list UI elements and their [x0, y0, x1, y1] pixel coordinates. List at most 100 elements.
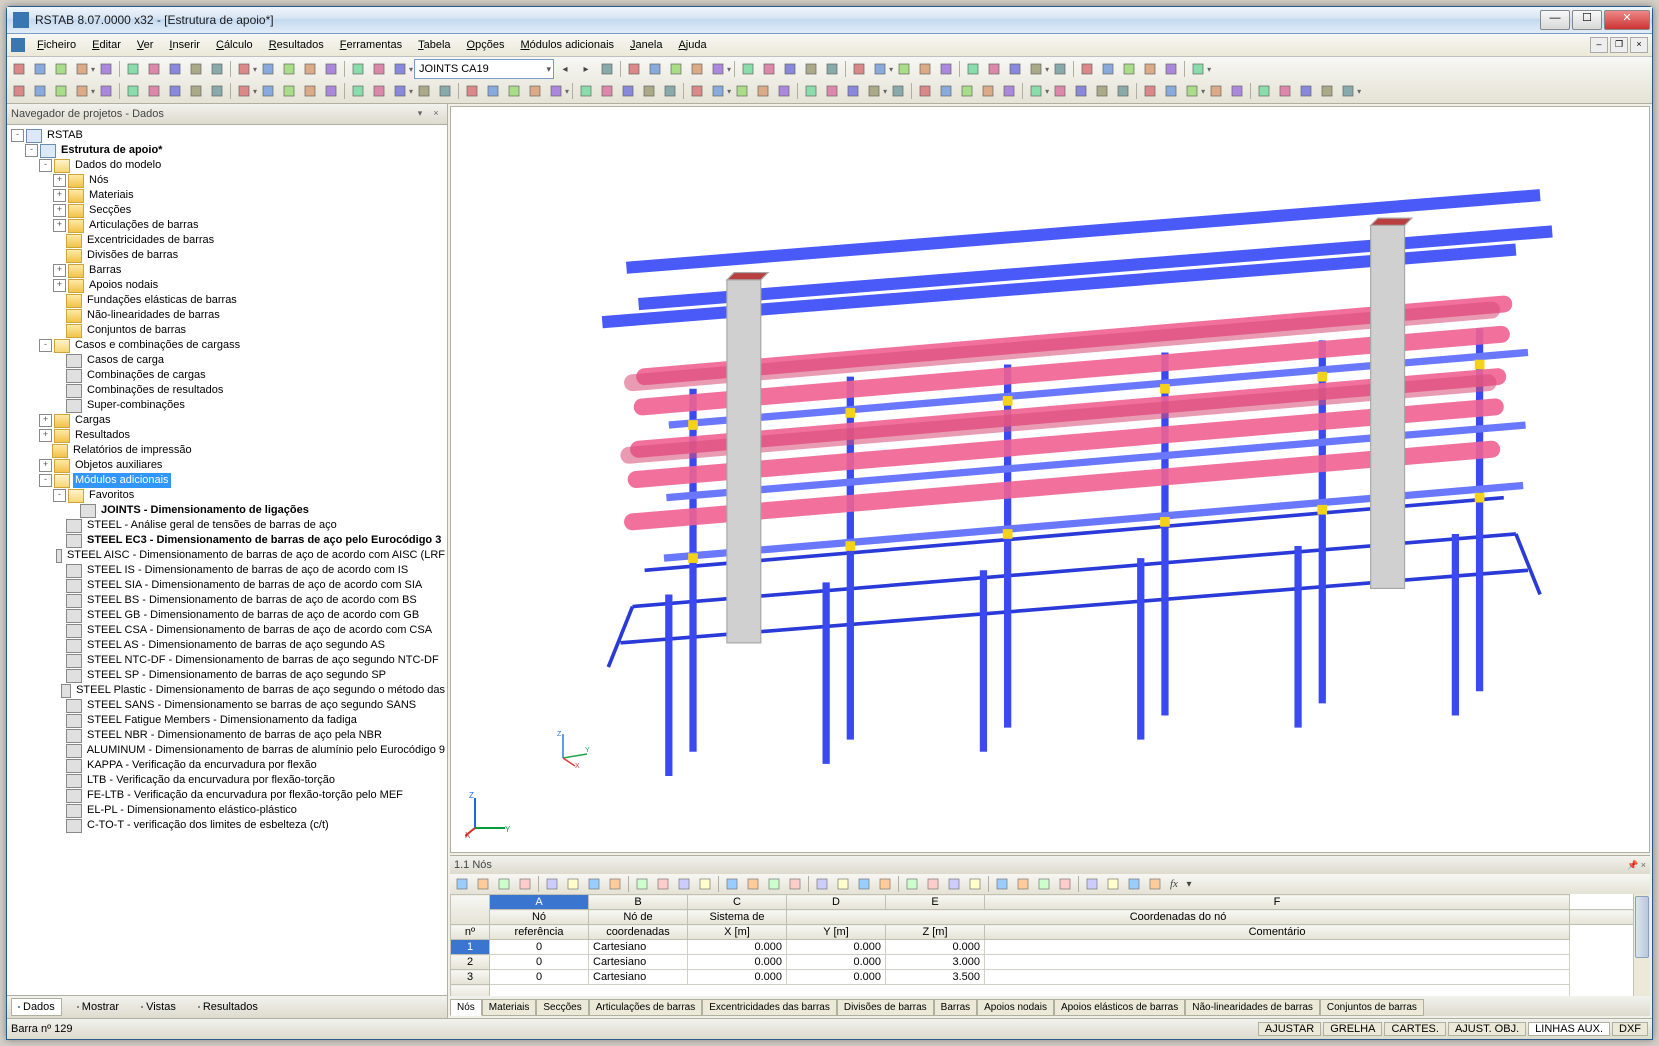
toolbar-button[interactable]	[822, 59, 842, 79]
toolbar-button[interactable]	[144, 59, 164, 79]
toolbar-button[interactable]	[870, 59, 890, 79]
toolbar-button[interactable]	[1227, 81, 1247, 101]
tree-item[interactable]: Super-combinações	[7, 398, 447, 413]
table-toolbar-button[interactable]	[722, 874, 742, 894]
table-toolbar-button[interactable]	[875, 874, 895, 894]
toolbar-button[interactable]	[843, 81, 863, 101]
tree-item[interactable]: KAPPA - Verificação da encurvadura por f…	[7, 758, 447, 773]
nav-tab-vistas[interactable]: Vistas	[134, 998, 183, 1016]
table-toolbar-button[interactable]	[653, 874, 673, 894]
toolbar-button[interactable]	[936, 81, 956, 101]
table-toolbar-button[interactable]	[944, 874, 964, 894]
toolbar-button[interactable]	[1206, 81, 1226, 101]
toolbar-button[interactable]	[546, 81, 566, 101]
mdi-minimize-button[interactable]: –	[1590, 37, 1608, 53]
tree-item[interactable]: +Articulações de barras	[7, 218, 447, 233]
toolbar-button[interactable]	[957, 81, 977, 101]
toolbar-button[interactable]	[414, 81, 434, 101]
toolbar-button[interactable]	[759, 59, 779, 79]
tree-item[interactable]: STEEL IS - Dimensionamento de barras de …	[7, 563, 447, 578]
table-tab[interactable]: Barras	[934, 999, 977, 1016]
tree-item[interactable]: STEEL EC3 - Dimensionamento de barras de…	[7, 533, 447, 548]
toolbar-button[interactable]	[732, 81, 752, 101]
toolbar-button[interactable]	[1254, 81, 1274, 101]
navigator-pin-icon[interactable]: ▾	[413, 107, 427, 121]
table-toolbar-button[interactable]	[515, 874, 535, 894]
table-toolbar-button[interactable]	[965, 874, 985, 894]
toolbar-button[interactable]	[687, 59, 707, 79]
menu-editar[interactable]: Editar	[84, 37, 129, 53]
table-panel-close-icon[interactable]: ×	[1641, 860, 1646, 870]
toolbar-button[interactable]	[525, 81, 545, 101]
menu-ajuda[interactable]: Ajuda	[670, 37, 714, 53]
nav-tab-dados[interactable]: Dados	[11, 998, 62, 1016]
tree-item[interactable]: +Apoios nodais	[7, 278, 447, 293]
table-scrollbar[interactable]	[1633, 894, 1650, 996]
table-tab[interactable]: Nós	[450, 999, 482, 1016]
tree-item[interactable]: C-TO-T - verificação dos limites de esbe…	[7, 818, 447, 833]
tree-item[interactable]: STEEL BS - Dimensionamento de barras de …	[7, 593, 447, 608]
toolbar-button[interactable]	[165, 81, 185, 101]
tree-item[interactable]: STEEL AISC - Dimensionamento de barras d…	[7, 548, 447, 563]
table-toolbar-button[interactable]	[1145, 874, 1165, 894]
tree-item[interactable]: Divisões de barras	[7, 248, 447, 263]
toolbar-button[interactable]	[96, 59, 116, 79]
toolbar-button[interactable]	[207, 81, 227, 101]
table-toolbar-button[interactable]	[473, 874, 493, 894]
tree-item[interactable]: Não-linearidades de barras	[7, 308, 447, 323]
toolbar-button[interactable]	[234, 59, 254, 79]
loadcase-combo[interactable]: JOINTS CA19	[414, 59, 554, 79]
tree-item[interactable]: +Nós	[7, 173, 447, 188]
menu-opções[interactable]: Opções	[459, 37, 513, 53]
tree-item[interactable]: +Resultados	[7, 428, 447, 443]
toolbar-button[interactable]	[186, 81, 206, 101]
tree-item[interactable]: STEEL NBR - Dimensionamento de barras de…	[7, 728, 447, 743]
toolbar-button[interactable]	[849, 59, 869, 79]
toolbar-button[interactable]	[645, 59, 665, 79]
tree-item[interactable]: Combinações de cargas	[7, 368, 447, 383]
toolbar-button[interactable]	[369, 59, 389, 79]
toolbar-button[interactable]	[576, 81, 596, 101]
toolbar-button[interactable]	[30, 81, 50, 101]
navigator-close-icon[interactable]: ×	[429, 107, 443, 121]
toolbar-button[interactable]	[1071, 81, 1091, 101]
table-toolbar-button[interactable]	[923, 874, 943, 894]
tree-item[interactable]: STEEL AS - Dimensionamento de barras de …	[7, 638, 447, 653]
maximize-button[interactable]: ☐	[1572, 10, 1602, 30]
minimize-button[interactable]: —	[1540, 10, 1570, 30]
table-toolbar-button[interactable]	[764, 874, 784, 894]
toolbar-button[interactable]	[51, 59, 71, 79]
toolbar-button[interactable]	[390, 59, 410, 79]
tree-item[interactable]: STEEL Plastic - Dimensionamento de barra…	[7, 683, 447, 698]
toolbar-button[interactable]	[348, 59, 368, 79]
table-toolbar-button[interactable]	[1013, 874, 1033, 894]
table-toolbar-button[interactable]	[542, 874, 562, 894]
toolbar-button[interactable]	[666, 59, 686, 79]
toolbar-button[interactable]	[888, 81, 908, 101]
toolbar-button[interactable]	[1140, 59, 1160, 79]
tree-item[interactable]: STEEL NTC-DF - Dimensionamento de barras…	[7, 653, 447, 668]
toolbar-button[interactable]	[915, 59, 935, 79]
toolbar-button[interactable]	[822, 81, 842, 101]
toolbar-button[interactable]	[894, 59, 914, 79]
tree-item[interactable]: +Barras	[7, 263, 447, 278]
tree-item[interactable]: Conjuntos de barras	[7, 323, 447, 338]
toolbar-button[interactable]	[234, 81, 254, 101]
toolbar-button[interactable]	[30, 59, 50, 79]
tree-item[interactable]: +Cargas	[7, 413, 447, 428]
status-pane[interactable]: LINHAS AUX.	[1528, 1022, 1610, 1036]
toolbar-button[interactable]	[51, 81, 71, 101]
toolbar-button[interactable]	[1296, 81, 1316, 101]
tree-item[interactable]: FE-LTB - Verificação da encurvadura por …	[7, 788, 447, 803]
toolbar-button[interactable]	[123, 81, 143, 101]
toolbar-button[interactable]	[1005, 59, 1025, 79]
table-toolbar-button[interactable]	[494, 874, 514, 894]
toolbar-button[interactable]	[207, 59, 227, 79]
tree-item[interactable]: -RSTAB	[7, 128, 447, 143]
menu-ver[interactable]: Ver	[129, 37, 162, 53]
tree-item[interactable]: EL-PL - Dimensionamento elástico-plástic…	[7, 803, 447, 818]
table-toolbar-button[interactable]	[992, 874, 1012, 894]
toolbar-button[interactable]	[1050, 59, 1070, 79]
toolbar-button[interactable]	[936, 59, 956, 79]
tree-item[interactable]: -Dados do modelo	[7, 158, 447, 173]
